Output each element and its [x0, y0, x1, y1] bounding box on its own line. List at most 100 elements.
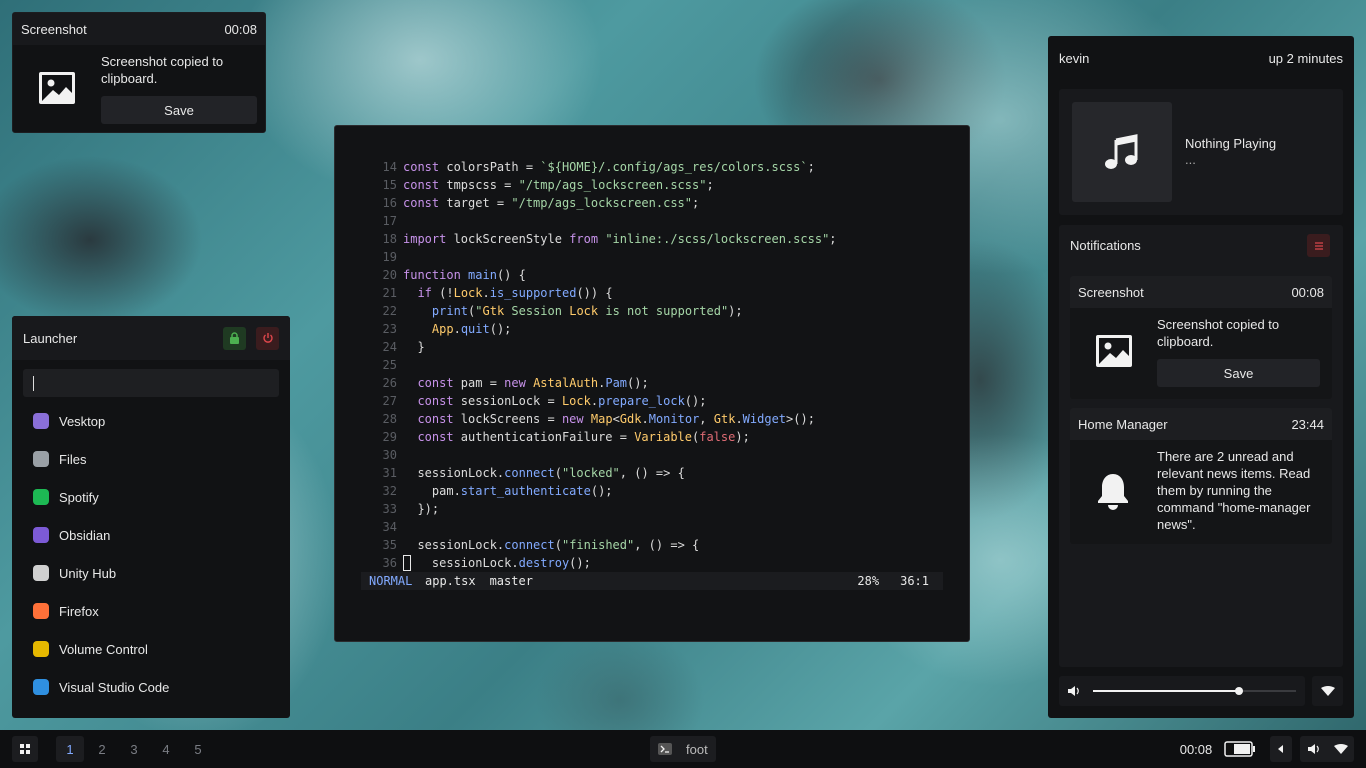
power-icon	[262, 333, 273, 343]
launcher-app-vesktop[interactable]: Vesktop	[23, 406, 279, 436]
taskbar: 12345 foot 00:08	[0, 730, 1366, 768]
clock[interactable]: 00:08	[1176, 736, 1216, 762]
line-number: 35	[382, 538, 397, 552]
code-line: 30	[369, 446, 837, 464]
code-line: 25	[369, 356, 837, 374]
notification-time: 00:08	[1291, 284, 1324, 300]
workspace-3[interactable]: 3	[120, 736, 148, 762]
launcher-search-input[interactable]	[23, 369, 279, 397]
control-center: kevin up 2 minutes Nothing Playing ... N…	[1048, 36, 1354, 718]
line-text: print("Gtk Session Lock is not supported…	[431, 304, 743, 318]
launcher-app-obsidian[interactable]: Obsidian	[23, 520, 279, 550]
workspace-4[interactable]: 4	[152, 736, 180, 762]
notification-time: 23:44	[1291, 416, 1324, 432]
volume-knob[interactable]	[1235, 687, 1244, 695]
media-title: Nothing Playing	[1185, 136, 1277, 151]
code-line: 21 if (!Lock.is_supported()) {	[369, 284, 837, 302]
workspace-1[interactable]: 1	[56, 736, 84, 762]
launcher-panel: Launcher Vesktop Files Spotify Obsidian Unit…	[12, 316, 290, 718]
launcher-app-files[interactable]: Files	[23, 444, 279, 474]
taskbar-window-foot[interactable]: foot	[650, 736, 716, 762]
line-number: 21	[382, 286, 397, 300]
speaker-icon[interactable]	[1067, 685, 1081, 697]
uptime: up 2 minutes	[1268, 50, 1343, 66]
clear-notifications-button[interactable]	[1307, 234, 1330, 257]
line-text: sessionLock.destroy();	[403, 556, 591, 570]
app-label: Obsidian	[59, 527, 111, 543]
chevron-left-icon	[1278, 745, 1283, 753]
app-icon	[33, 641, 49, 657]
notification-app: Home Manager	[1078, 416, 1168, 432]
app-label: Spotify	[59, 489, 99, 505]
launcher-title: Launcher	[23, 330, 78, 346]
code-line: 19	[369, 248, 837, 266]
network-button[interactable]	[1312, 676, 1343, 706]
power-button[interactable]	[256, 326, 279, 350]
wifi-icon	[1320, 686, 1335, 696]
code-line: 27 const sessionLock = Lock.prepare_lock…	[369, 392, 837, 410]
toast-title: Screenshot	[21, 21, 87, 37]
toast-save-button[interactable]: Save	[101, 96, 257, 124]
app-label: Vesktop	[59, 413, 106, 429]
battery-icon	[1224, 741, 1255, 757]
album-art	[1072, 102, 1172, 202]
image-icon	[1095, 334, 1133, 371]
code-line: 24 }	[369, 338, 837, 356]
notification-save-button[interactable]: Save	[1157, 359, 1320, 387]
wifi-icon	[1333, 744, 1348, 754]
app-icon	[33, 413, 49, 429]
launcher-app-visual-studio-code[interactable]: Visual Studio Code	[23, 672, 279, 702]
app-icon	[33, 489, 49, 505]
line-number: 15	[382, 178, 397, 192]
line-text: const target = "/tmp/ags_lockscreen.css"…	[403, 196, 700, 210]
line-number: 22	[382, 304, 397, 318]
volume-slider[interactable]	[1093, 687, 1296, 695]
app-grid-button[interactable]	[12, 736, 38, 762]
username: kevin	[1059, 50, 1090, 66]
line-number: 32	[382, 484, 397, 498]
notification-body: There are 2 unread and relevant news ite…	[1157, 449, 1311, 532]
app-label: Files	[59, 451, 87, 467]
code-line: 35 sessionLock.connect("finished", () =>…	[369, 536, 837, 554]
code-line: 22 print("Gtk Session Lock is not suppor…	[369, 302, 837, 320]
launcher-app-volume-control[interactable]: Volume Control	[23, 634, 279, 664]
terminal-window[interactable]: 14 const colorsPath = `${HOME}/.config/ag…	[334, 125, 970, 642]
line-number: 28	[382, 412, 397, 426]
lock-button[interactable]	[223, 326, 247, 350]
notifications-section: Notifications Screenshot 00:08 Screenshot…	[1059, 225, 1343, 667]
line-text: sessionLock.connect("locked", () => {	[403, 466, 685, 480]
line-number: 27	[382, 394, 397, 408]
app-icon	[33, 679, 49, 695]
code-line: 33 });	[369, 500, 837, 518]
app-label: Visual Studio Code	[59, 679, 170, 695]
grid-icon	[20, 744, 30, 754]
line-number: 16	[382, 196, 397, 210]
code-line: 28 const lockScreens = new Map<Gdk.Monit…	[369, 410, 837, 428]
code-line: 32 pam.start_authenticate();	[369, 482, 837, 500]
line-text: const sessionLock = Lock.prepare_lock();	[417, 394, 707, 408]
scroll-percent: 28%	[857, 574, 880, 588]
launcher-app-spotify[interactable]: Spotify	[23, 482, 279, 512]
battery-indicator[interactable]	[1224, 736, 1256, 762]
line-text: const colorsPath = `${HOME}/.config/ags_…	[403, 160, 815, 174]
workspace-5[interactable]: 5	[184, 736, 212, 762]
volume-control	[1059, 676, 1305, 706]
line-number: 30	[382, 448, 397, 462]
workspace-2[interactable]: 2	[88, 736, 116, 762]
line-number: 36	[382, 556, 397, 570]
line-text: App.quit();	[431, 322, 512, 336]
launcher-app-unity-hub[interactable]: Unity Hub	[23, 558, 279, 588]
cursor-position: 36:1	[900, 574, 929, 588]
control-center-header: kevin up 2 minutes	[1048, 36, 1354, 80]
launcher-app-firefox[interactable]: Firefox	[23, 596, 279, 626]
line-text: const tmpscss = "/tmp/ags_lockscreen.scs…	[403, 178, 714, 192]
tray-expand-button[interactable]	[1270, 736, 1292, 762]
code-line: 23 App.quit();	[369, 320, 837, 338]
line-number: 18	[382, 232, 397, 246]
code-line: 34	[369, 518, 837, 536]
app-label: Firefox	[59, 603, 99, 619]
quick-settings-button[interactable]	[1300, 736, 1354, 762]
code-editor[interactable]: 14 const colorsPath = `${HOME}/.config/ag…	[369, 158, 837, 572]
line-number: 20	[382, 268, 397, 282]
line-number: 26	[382, 376, 397, 390]
